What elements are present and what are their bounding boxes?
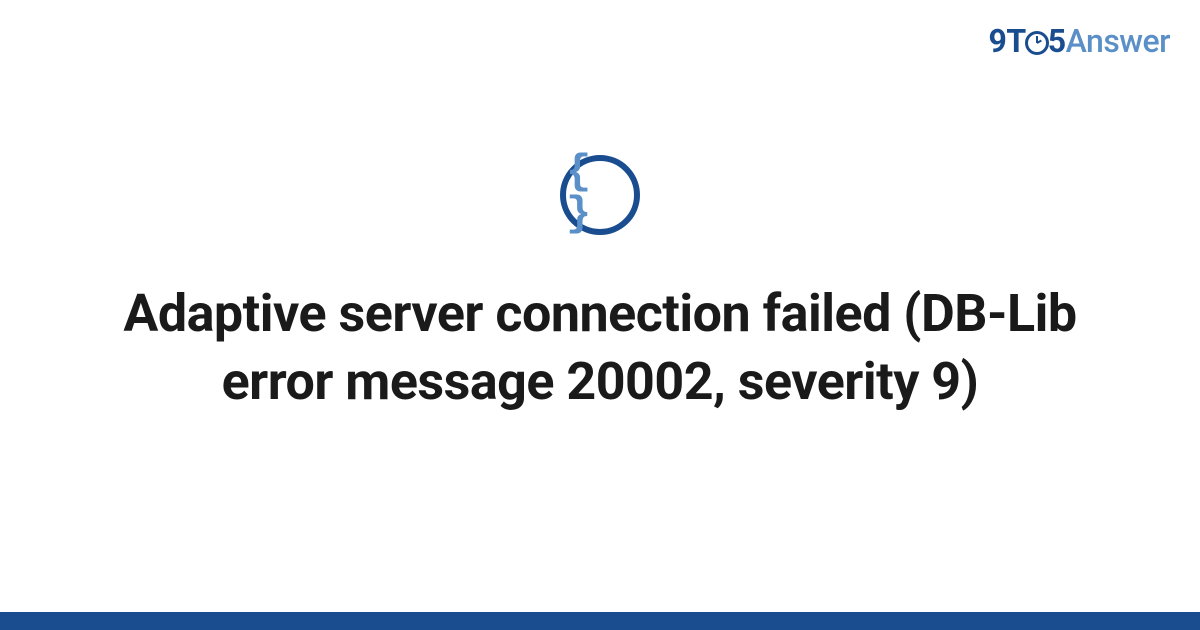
brand-part-t: T — [1006, 22, 1025, 60]
brand-part-answer: Answer — [1066, 22, 1170, 60]
code-braces-icon: { } — [560, 155, 640, 235]
brand-part-5: 5 — [1048, 22, 1066, 60]
brand-logo: 9T5Answer — [989, 22, 1170, 60]
braces-glyph: { } — [566, 151, 634, 235]
page-title: Adaptive server connection failed (DB-Li… — [70, 280, 1130, 415]
brand-part-9: 9 — [989, 22, 1007, 60]
footer-bar — [0, 612, 1200, 630]
clock-icon — [1025, 31, 1049, 55]
